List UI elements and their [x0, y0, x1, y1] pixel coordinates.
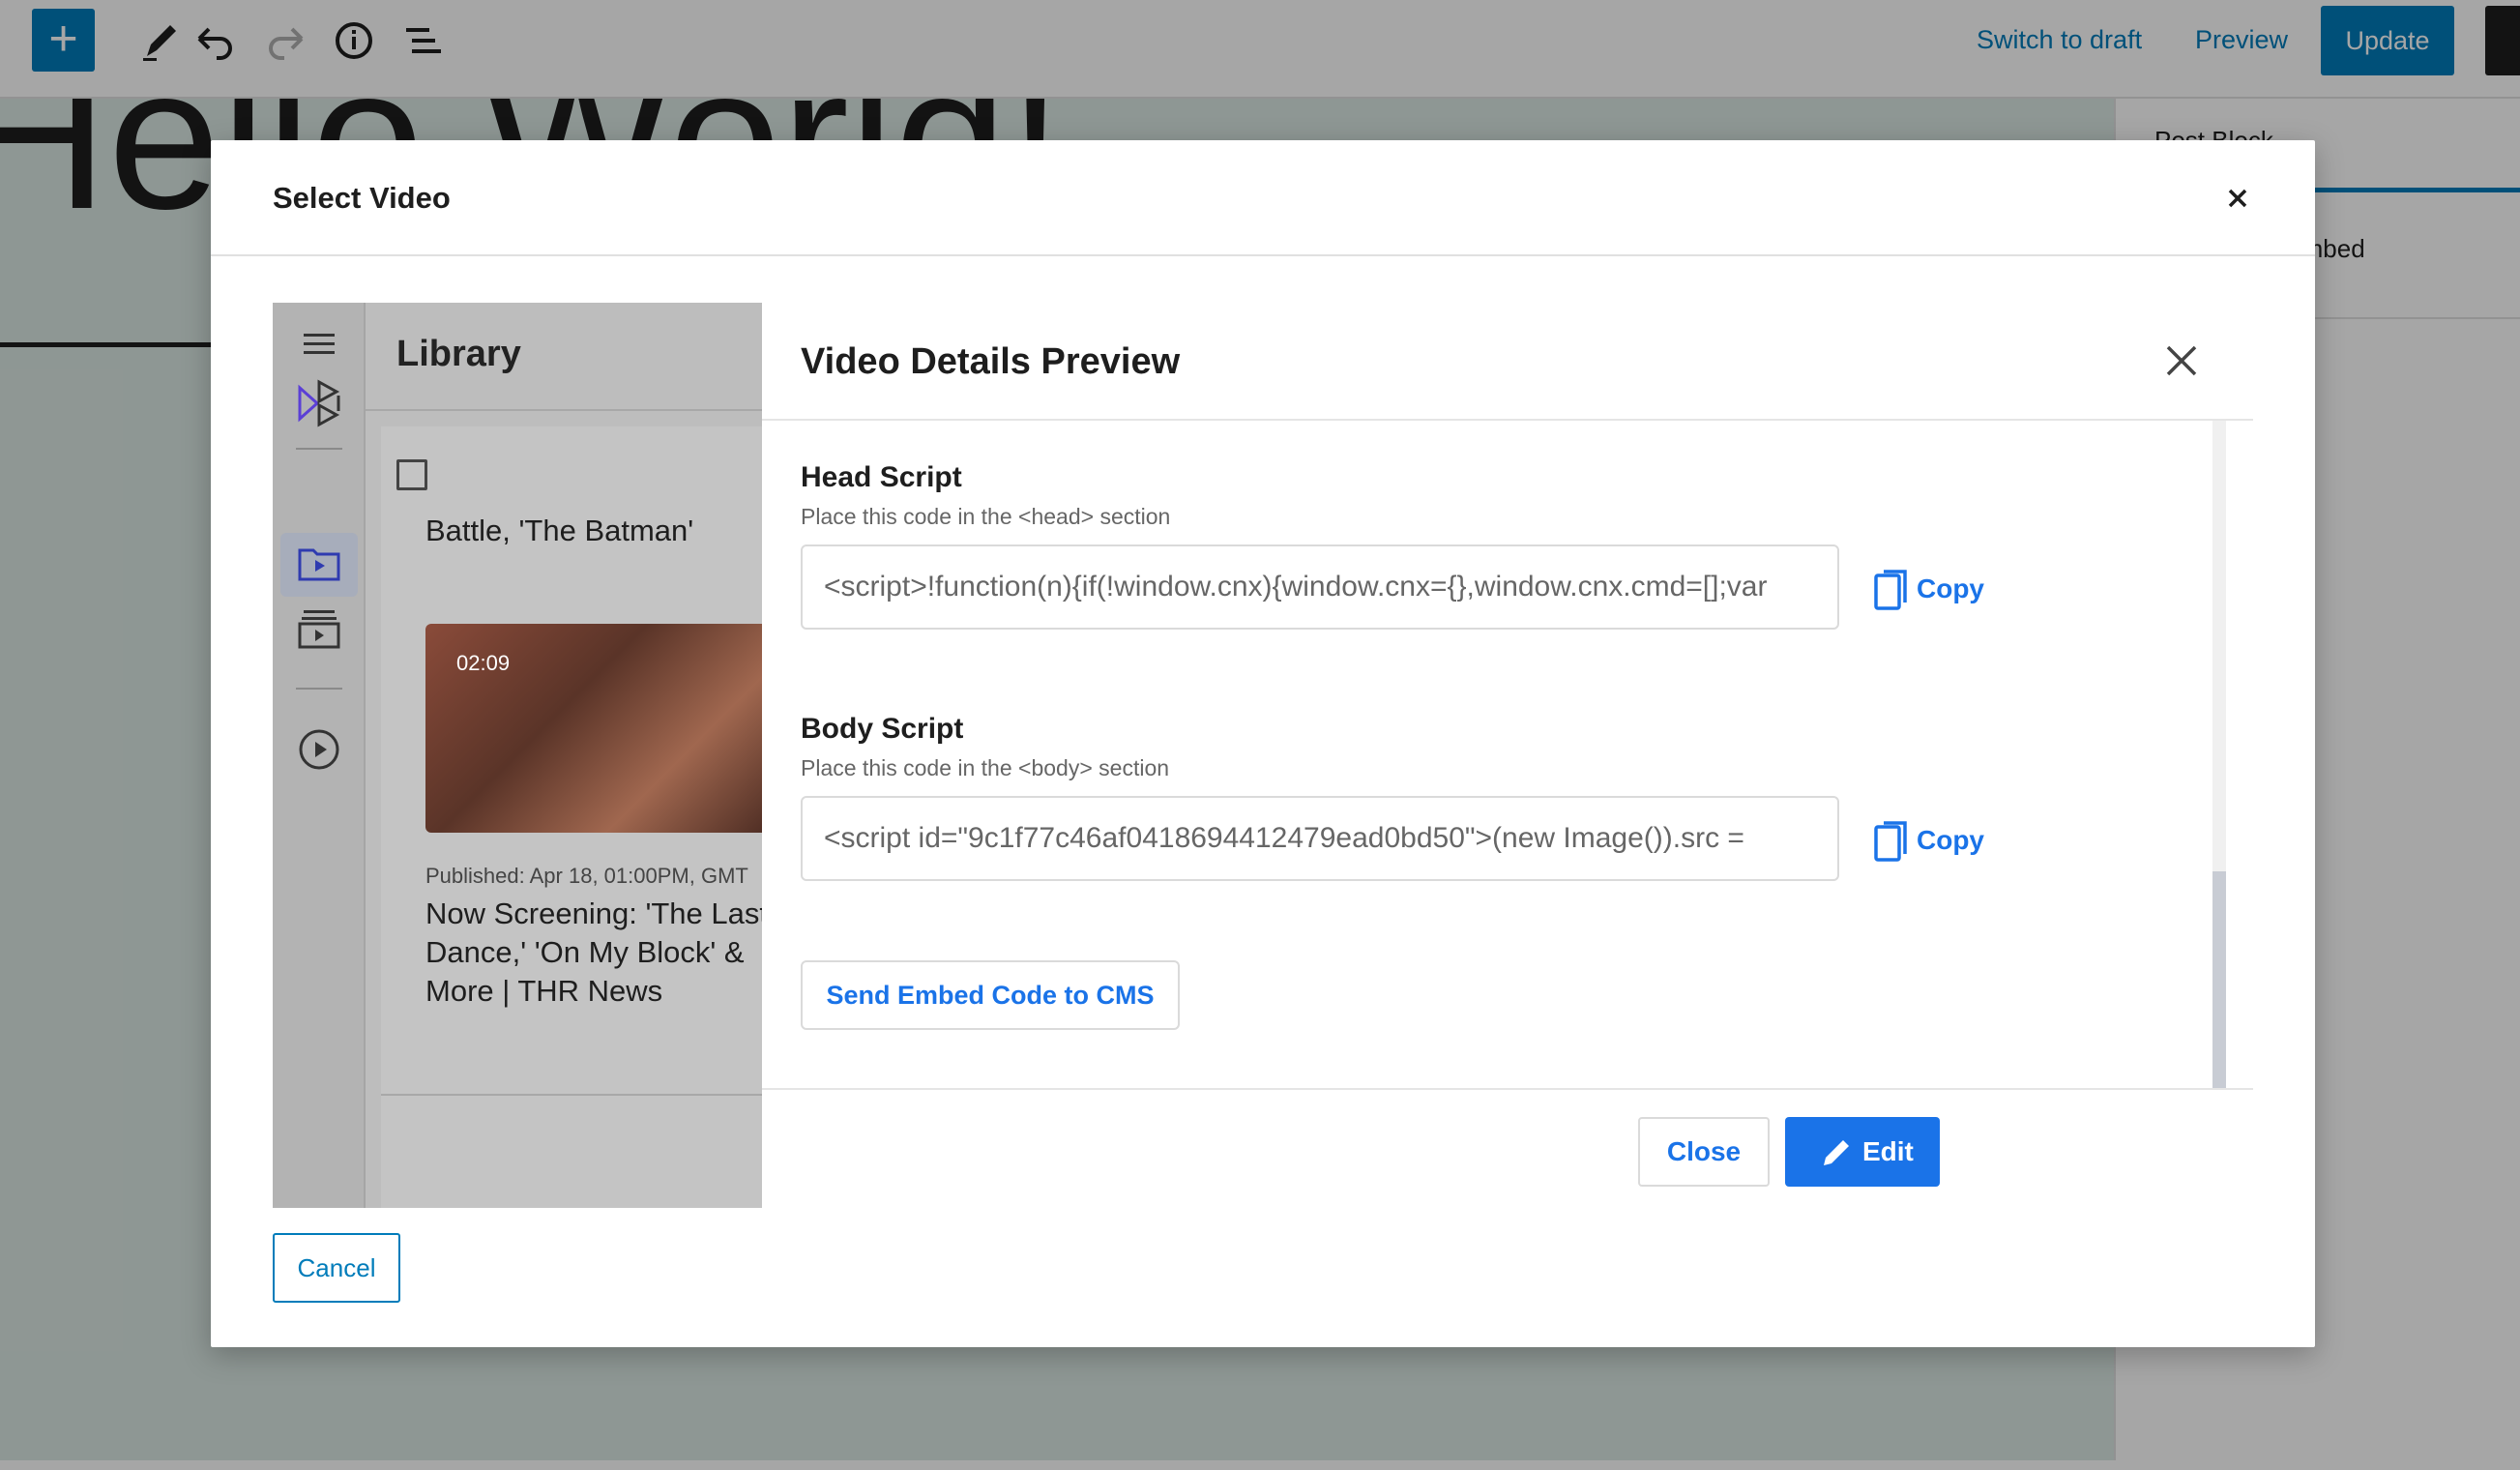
video-duration: 02:09 [456, 651, 511, 675]
copy-label: Copy [1917, 573, 1984, 603]
logo-icon [298, 379, 340, 427]
video-title[interactable]: Battle, 'The Batman' [425, 514, 693, 548]
app-nav-rail [273, 303, 366, 1208]
select-video-modal: Select Video Library Battle, 'The Batman… [211, 140, 2315, 1347]
library-title: Library [396, 334, 521, 374]
copy-body-script-button[interactable]: Copy [1872, 813, 2007, 867]
copy-head-script-button[interactable]: Copy [1872, 562, 2007, 616]
scrollbar-thumb[interactable] [2212, 871, 2226, 1088]
rail-divider [296, 448, 342, 450]
details-title: Video Details Preview [801, 341, 1181, 382]
close-button[interactable]: Close [1638, 1117, 1770, 1187]
send-embed-code-button[interactable]: Send Embed Code to CMS [801, 960, 1180, 1030]
divider [366, 409, 762, 411]
head-script-label: Head Script [801, 461, 962, 493]
modal-title: Select Video [273, 181, 451, 215]
menu-icon[interactable] [290, 314, 348, 372]
rail-divider [296, 688, 342, 690]
scrollbar[interactable] [2212, 421, 2226, 1088]
folder-play-icon[interactable] [290, 535, 348, 593]
video-title-line[interactable]: Now Screening: 'The Last [425, 897, 768, 931]
close-icon[interactable] [2218, 179, 2257, 218]
video-title-line[interactable]: Dance,' 'On My Block' & [425, 935, 745, 970]
video-thumbnail[interactable]: 02:09 [425, 624, 774, 833]
library-panel: Library Battle, 'The Batman' 02:09 Publi… [366, 303, 774, 1208]
library-footer [381, 1094, 762, 1208]
video-title-line[interactable]: More | THR News [425, 974, 662, 1009]
video-published-date: Published: Apr 18, 01:00PM, GMT [425, 864, 748, 888]
head-script-hint: Place this code in the <head> section [801, 504, 1171, 529]
play-circle-icon[interactable] [290, 720, 348, 779]
copy-icon [1874, 570, 1907, 610]
body-script-field[interactable]: <script id="9c1f77c46af0418694412479ead0… [801, 796, 1839, 881]
pencil-icon [1824, 1140, 1849, 1165]
divider [762, 419, 2253, 421]
video-app-frame: Library Battle, 'The Batman' 02:09 Publi… [273, 303, 2253, 1208]
body-script-label: Body Script [801, 713, 964, 745]
copy-icon [1874, 821, 1907, 862]
edit-button[interactable]: Edit [1785, 1117, 1940, 1187]
video-details-panel: Video Details Preview Head Script Place … [762, 303, 2253, 1208]
playlist-icon[interactable] [290, 599, 348, 657]
modal-header: Select Video [211, 140, 2315, 256]
close-icon[interactable] [2160, 339, 2203, 382]
body-script-hint: Place this code in the <body> section [801, 755, 1170, 780]
edit-label: Edit [1862, 1136, 1914, 1166]
select-all-checkbox[interactable] [396, 459, 427, 490]
copy-label: Copy [1917, 825, 1984, 855]
head-script-field[interactable]: <script>!function(n){if(!window.cnx){win… [801, 544, 1839, 630]
divider [762, 1088, 2253, 1090]
cancel-button[interactable]: Cancel [273, 1233, 400, 1303]
